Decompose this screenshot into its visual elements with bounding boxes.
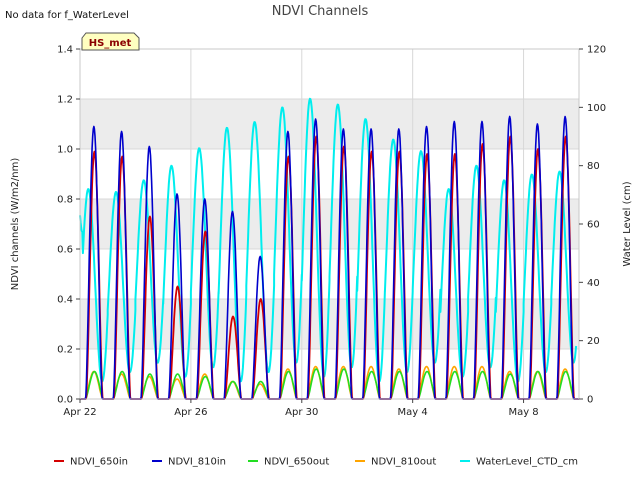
chart-container: No data for f_WaterLevel NDVI Channels 0…: [0, 0, 640, 480]
band-3: [80, 199, 579, 249]
x-tick-label: Apr 30: [285, 407, 318, 418]
band-5: [80, 99, 579, 149]
site-badge-label: HS_met: [89, 38, 132, 49]
y2-tick-label: 20: [587, 336, 600, 347]
y-tick-label: 0.4: [57, 295, 73, 306]
x-tick-label: Apr 22: [63, 407, 96, 418]
legend-label-NDVI_810out: NDVI_810out: [371, 457, 436, 468]
y-tick-label: 1.0: [57, 145, 73, 156]
series-line-NDVI_810out: [79, 365, 580, 400]
legend-label-NDVI_650in: NDVI_650in: [70, 457, 128, 468]
y2-tick-label: 100: [587, 103, 606, 114]
x-axis-ticks: Apr 22 Apr 26 Apr 30 May 4 May 8: [63, 399, 539, 418]
y2-tick-label: 80: [587, 161, 600, 172]
y2-tick-label: 0: [587, 395, 593, 406]
legend-label-WaterLevel_CTD_cm: WaterLevel_CTD_cm: [476, 457, 578, 468]
y-tick-label: 1.4: [57, 45, 73, 56]
y-tick-label: 0.8: [57, 195, 73, 206]
chart-title: NDVI Channels: [272, 4, 369, 19]
y-tick-label: 0.6: [57, 245, 73, 256]
legend-label-NDVI_650out: NDVI_650out: [264, 457, 329, 468]
x-tick-label: Apr 26: [174, 407, 207, 418]
left-axis-label: NDVI channels (W/m2/nm): [10, 158, 21, 291]
series-line-NDVI_650out: [79, 368, 580, 400]
right-axis-ticks: 0 20 40 60 80 100 120: [579, 45, 606, 406]
y2-tick-label: 120: [587, 45, 606, 56]
legend: NDVI_650in NDVI_810in NDVI_650out NDVI_810o…: [54, 457, 578, 468]
left-axis-ticks: 0.0 0.2 0.4 0.6 0.8 1.0 1.2 1.4: [57, 45, 80, 406]
right-axis-label: Water Level (cm): [622, 181, 633, 266]
no-data-note: No data for f_WaterLevel: [5, 10, 129, 21]
y-tick-label: 0.0: [57, 395, 73, 406]
y2-tick-label: 60: [587, 220, 600, 231]
x-tick-label: May 4: [398, 407, 428, 418]
y2-tick-label: 40: [587, 278, 600, 289]
y-tick-label: 0.2: [57, 345, 73, 356]
ndvi-chart: No data for f_WaterLevel NDVI Channels 0…: [5, 4, 633, 468]
y-tick-label: 1.2: [57, 95, 73, 106]
site-badge: HS_met: [81, 32, 140, 51]
x-tick-label: May 8: [508, 407, 538, 418]
legend-label-NDVI_810in: NDVI_810in: [168, 457, 226, 468]
